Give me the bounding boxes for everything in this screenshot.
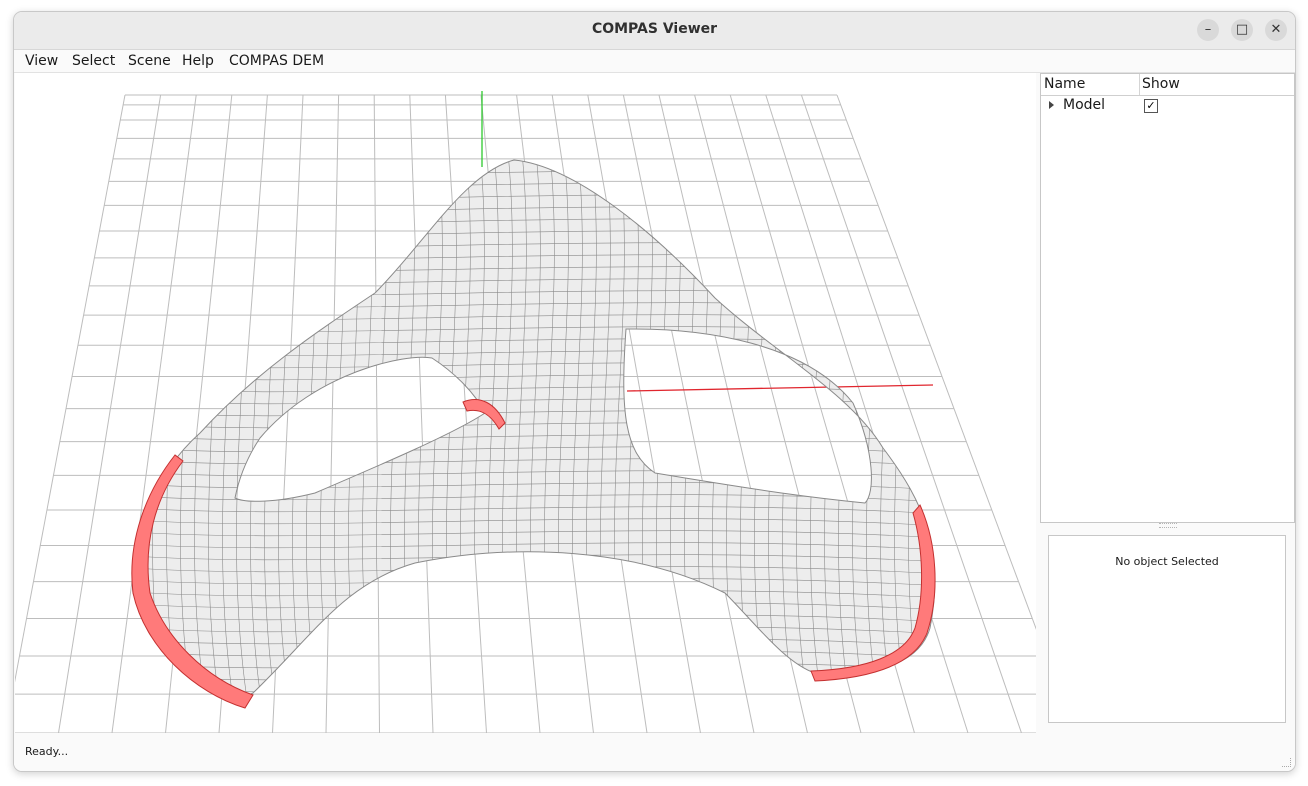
block-joint-line	[642, 160, 656, 698]
grid-line	[58, 94, 162, 733]
x-axis-line	[626, 384, 934, 392]
masonry-shell-model[interactable]	[105, 143, 975, 713]
block-joint-line	[712, 160, 726, 698]
block-joint-line	[320, 160, 334, 698]
show-checkbox[interactable]: ✓	[1144, 99, 1158, 113]
window-title: COMPAS Viewer	[591, 21, 718, 37]
resize-grip-icon[interactable]	[1282, 758, 1291, 767]
title-bar[interactable]: COMPAS Viewer – □ ✕	[14, 12, 1295, 50]
menu-scene[interactable]: Scene	[128, 53, 171, 69]
status-text: Ready...	[25, 745, 69, 758]
app-window: COMPAS Viewer – □ ✕ View Select Scene He…	[13, 11, 1296, 772]
block-joint-line	[698, 160, 712, 698]
status-bar: Ready...	[14, 739, 1295, 771]
properties-panel: No object Selected	[1048, 535, 1286, 723]
column-divider	[1139, 74, 1140, 95]
maximize-button[interactable]: □	[1231, 19, 1253, 41]
block-joint-line	[740, 160, 754, 698]
menu-help[interactable]: Help	[182, 53, 214, 69]
block-joint-line	[348, 160, 362, 698]
panel-splitter-handle[interactable]	[1159, 523, 1177, 528]
menu-compas-dem[interactable]: COMPAS DEM	[229, 53, 324, 69]
block-joint-line	[110, 143, 123, 713]
grid-line	[373, 94, 380, 733]
block-joint-line	[684, 160, 698, 698]
object-tree-panel: Name Show Model ✓	[1040, 73, 1295, 523]
grid-line	[15, 94, 126, 683]
tree-row-model[interactable]: Model ✓	[1041, 96, 1294, 116]
column-show-header[interactable]: Show	[1142, 76, 1180, 92]
menu-bar: View Select Scene Help COMPAS DEM	[14, 50, 1295, 73]
expand-arrow-icon[interactable]	[1049, 101, 1054, 109]
tree-header: Name Show	[1041, 74, 1294, 96]
menu-view[interactable]: View	[25, 53, 58, 69]
close-button[interactable]: ✕	[1265, 19, 1287, 41]
block-joint-line	[670, 160, 684, 698]
block-joint-line	[656, 160, 670, 698]
grid-line	[325, 94, 340, 733]
no-selection-text: No object Selected	[1115, 555, 1219, 568]
block-joint-line	[936, 143, 949, 713]
grid-line	[622, 94, 755, 733]
3d-viewport[interactable]	[15, 73, 1036, 733]
grid-line	[409, 94, 434, 733]
minimize-button[interactable]: –	[1197, 19, 1219, 41]
column-name-header[interactable]: Name	[1044, 76, 1085, 92]
block-joint-line	[390, 160, 404, 698]
menu-select[interactable]: Select	[72, 53, 115, 69]
block-joint-line	[362, 160, 376, 698]
tree-item-label[interactable]: Model	[1063, 97, 1105, 113]
